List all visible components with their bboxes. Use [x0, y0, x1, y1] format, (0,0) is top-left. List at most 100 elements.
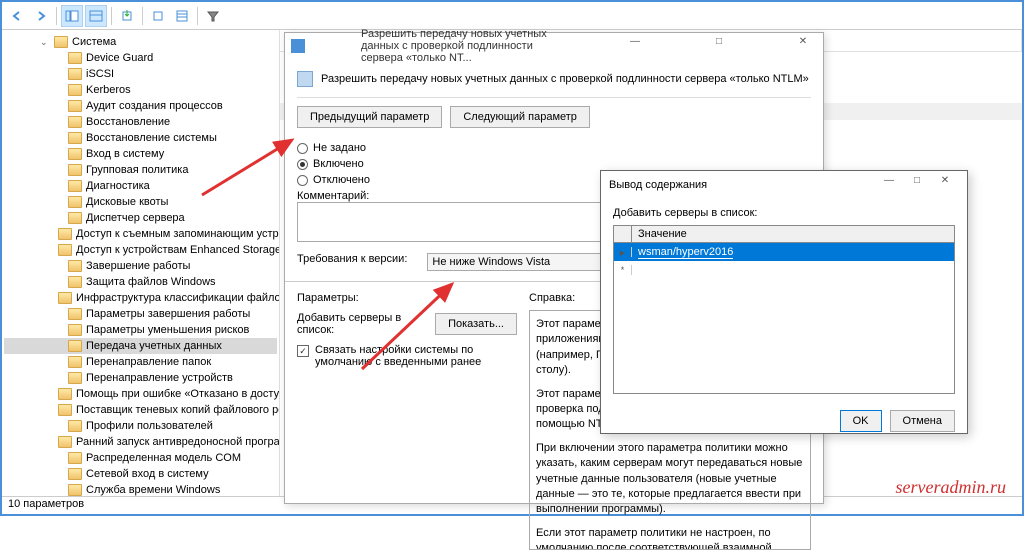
tree-item-label: Kerberos: [86, 84, 131, 96]
folder-icon: [68, 484, 82, 496]
tree-item[interactable]: Восстановление: [4, 114, 277, 130]
folder-icon: [68, 164, 82, 176]
maximize-icon[interactable]: □: [705, 36, 733, 56]
folder-icon: [68, 324, 82, 336]
tree-item[interactable]: Доступ к устройствам Enhanced Storage: [4, 242, 277, 258]
tree-item[interactable]: Сетевой вход в систему: [4, 466, 277, 482]
tree-item[interactable]: Вход в систему: [4, 146, 277, 162]
tree-item[interactable]: Групповая политика: [4, 162, 277, 178]
tree-item[interactable]: Служба времени Windows: [4, 482, 277, 496]
tree-item[interactable]: Перенаправление папок: [4, 354, 277, 370]
folder-icon: [68, 84, 82, 96]
tree-item-label: Перенаправление устройств: [86, 372, 233, 384]
next-param-button[interactable]: Следующий параметр: [450, 106, 590, 128]
maximize-icon[interactable]: □: [903, 175, 931, 195]
folder-icon: [58, 404, 72, 416]
tree-item-label: Восстановление: [86, 116, 170, 128]
ok-button[interactable]: OK: [840, 410, 882, 432]
tree-item[interactable]: iSCSI: [4, 66, 277, 82]
forward-icon[interactable]: [30, 5, 52, 27]
tree-item[interactable]: Device Guard: [4, 50, 277, 66]
checkbox-icon: [297, 345, 309, 357]
tree-item[interactable]: Помощь при ошибке «Отказано в доступе»: [4, 386, 277, 402]
requirements-label: Требования к версии:: [297, 253, 407, 271]
folder-icon: [58, 228, 72, 240]
tree-view[interactable]: ⌄ Система Device Guard iSCSI Kerberos Аудит…: [2, 30, 280, 496]
tree-item[interactable]: Параметры уменьшения рисков: [4, 322, 277, 338]
tree-item-label: Ранний запуск антивредоносной программ: [76, 436, 280, 448]
folder-icon: [68, 340, 82, 352]
tree-item[interactable]: Ранний запуск антивредоносной программ: [4, 434, 277, 450]
content-titlebar[interactable]: Вывод содержания — □ ✕: [601, 171, 967, 199]
content-label: Добавить серверы в список:: [613, 207, 955, 219]
folder-icon: [68, 52, 82, 64]
tree-item[interactable]: Профили пользователей: [4, 418, 277, 434]
filter-icon[interactable]: [202, 5, 224, 27]
tree-item-label: Передача учетных данных: [86, 340, 222, 352]
refresh-icon[interactable]: [147, 5, 169, 27]
show-button[interactable]: Показать...: [435, 313, 517, 335]
folder-icon: [68, 452, 82, 464]
close-icon[interactable]: ✕: [931, 175, 959, 195]
list2-icon[interactable]: [171, 5, 193, 27]
dialog-titlebar[interactable]: Разрешить передачу новых учетных данных …: [285, 33, 823, 59]
prev-param-button[interactable]: Предыдущий параметр: [297, 106, 442, 128]
tree-item[interactable]: Параметры завершения работы: [4, 306, 277, 322]
radio-enabled[interactable]: Включено: [297, 158, 417, 170]
tree-root[interactable]: ⌄ Система: [4, 34, 277, 50]
tree-item-label: Помощь при ошибке «Отказано в доступе»: [76, 388, 280, 400]
policy-icon: [297, 71, 313, 87]
tree-item[interactable]: Передача учетных данных: [4, 338, 277, 354]
comment-field[interactable]: [297, 202, 627, 242]
tree-item[interactable]: Перенаправление устройств: [4, 370, 277, 386]
grid-row[interactable]: [614, 261, 954, 279]
tree-item[interactable]: Завершение работы: [4, 258, 277, 274]
folder-icon: [68, 212, 82, 224]
tree-item[interactable]: Защита файлов Windows: [4, 274, 277, 290]
tree-item-label: Параметры уменьшения рисков: [86, 324, 249, 336]
tree-view-icon[interactable]: [61, 5, 83, 27]
add-servers-label: Добавить серверы в список:: [297, 312, 427, 336]
tree-item[interactable]: Инфраструктура классификации файлов: [4, 290, 277, 306]
minimize-icon[interactable]: —: [875, 175, 903, 195]
tree-item-label: iSCSI: [86, 68, 114, 80]
tree-item[interactable]: Диспетчер сервера: [4, 210, 277, 226]
radio-disabled[interactable]: Отключено: [297, 174, 417, 186]
grid-column[interactable]: Значение: [632, 226, 954, 242]
tree-item-label: Завершение работы: [86, 260, 190, 272]
tree-item[interactable]: Kerberos: [4, 82, 277, 98]
folder-icon: [54, 36, 68, 48]
folder-icon: [68, 468, 82, 480]
folder-icon: [68, 260, 82, 272]
minimize-icon[interactable]: —: [621, 36, 649, 56]
tree-item[interactable]: Восстановление системы: [4, 130, 277, 146]
tree-item[interactable]: Дисковые квоты: [4, 194, 277, 210]
export-icon[interactable]: [116, 5, 138, 27]
tree-item[interactable]: Доступ к съемным запоминающим устройст: [4, 226, 277, 242]
back-icon[interactable]: [6, 5, 28, 27]
link-defaults-checkbox[interactable]: Связать настройки системы по умолчанию с…: [297, 344, 517, 368]
tree-item[interactable]: Диагностика: [4, 178, 277, 194]
tree-item-label: Параметры завершения работы: [86, 308, 250, 320]
tree-item-label: Профили пользователей: [86, 420, 213, 432]
servers-grid[interactable]: Значение wsman/hyperv2016: [613, 225, 955, 394]
tree-item[interactable]: Поставщик теневых копий файлового ресур: [4, 402, 277, 418]
tree-item-label: Сетевой вход в систему: [86, 468, 209, 480]
folder-icon: [68, 356, 82, 368]
tree-item-label: Доступ к устройствам Enhanced Storage: [76, 244, 280, 256]
details-icon[interactable]: [85, 5, 107, 27]
folder-icon: [68, 196, 82, 208]
radio-not-set[interactable]: Не задано: [297, 142, 417, 154]
cancel-button[interactable]: Отмена: [890, 410, 955, 432]
state-radios: Не задано Включено Отключено: [297, 138, 417, 190]
tree-item[interactable]: Распределенная модель COM: [4, 450, 277, 466]
close-icon[interactable]: ✕: [789, 36, 817, 56]
folder-icon: [68, 116, 82, 128]
tree-item-label: Инфраструктура классификации файлов: [76, 292, 280, 304]
tree-item-label: Восстановление системы: [86, 132, 217, 144]
folder-icon: [68, 276, 82, 288]
grid-row[interactable]: wsman/hyperv2016: [614, 243, 954, 261]
toolbar: [2, 2, 1022, 30]
tree-item[interactable]: Аудит создания процессов: [4, 98, 277, 114]
app-icon: [291, 39, 305, 53]
